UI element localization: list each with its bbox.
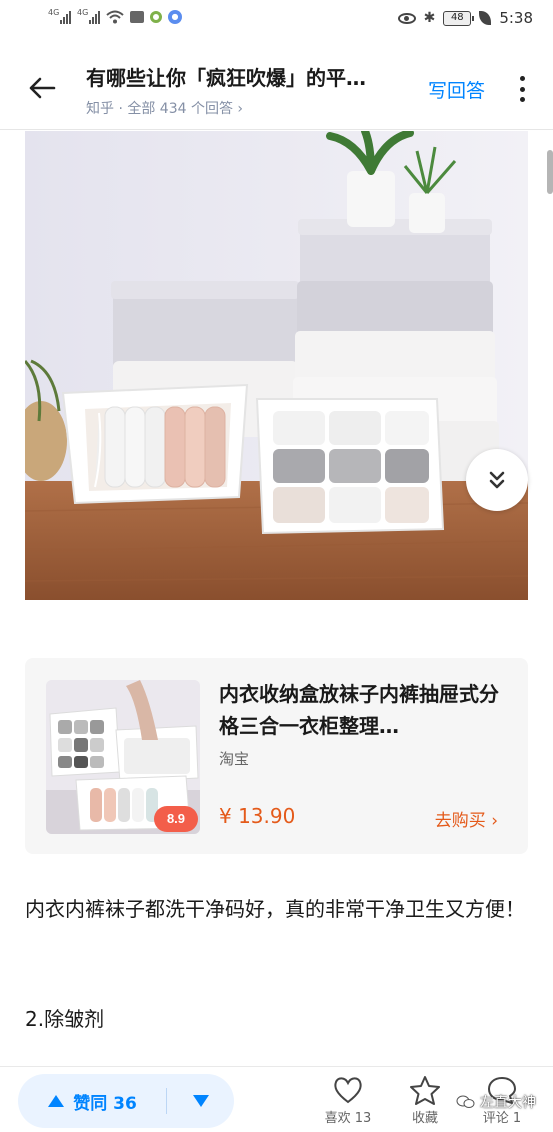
scrollbar[interactable]: [547, 150, 553, 194]
power-saving-icon: [479, 11, 492, 25]
star-icon: [410, 1076, 440, 1105]
clock: 5:38: [499, 9, 533, 27]
signal-icon-2: 4G: [77, 8, 100, 24]
wechat-icon: [456, 1095, 475, 1108]
heart-icon: [334, 1077, 362, 1104]
product-source: 淘宝: [219, 750, 250, 768]
message-notification-icon: ●: [168, 10, 182, 24]
network-type-label: 4G: [48, 8, 60, 17]
gallery-notification-icon: [130, 11, 144, 23]
dot-icon: [519, 97, 525, 102]
wechat-watermark: 左直大神: [456, 1092, 536, 1112]
downvote-button[interactable]: [167, 1074, 234, 1128]
upvote-button[interactable]: 赞同 36: [18, 1074, 166, 1128]
eye-comfort-icon: [397, 12, 416, 24]
dot-icon: [519, 76, 525, 81]
buy-button[interactable]: 去购买 ›: [435, 806, 498, 831]
signal-icon: 4G: [48, 8, 71, 24]
watermark-text: 左直大神: [480, 1095, 536, 1111]
product-thumbnail[interactable]: 8.9: [46, 680, 200, 834]
network-type-label-2: 4G: [77, 8, 89, 17]
storage-boxes-illustration: [25, 131, 528, 600]
product-photo[interactable]: [25, 131, 528, 600]
double-chevron-down-icon: [489, 471, 505, 489]
more-options-button[interactable]: [517, 76, 527, 102]
upvote-label: 赞同 36: [73, 1093, 137, 1114]
comment-label: 评论 1: [482, 1111, 522, 1126]
product-card[interactable]: 8.9 内衣收纳盒放袜子内裤抽屉式分格三合一衣柜整理… 淘宝 ¥ 13.90 去…: [25, 658, 528, 854]
triangle-up-icon: [48, 1095, 65, 1107]
question-title[interactable]: 有哪些让你「疯狂吹爆」的平…: [86, 62, 426, 91]
status-bar: 4G 4G ● ✱ 48 5:38: [0, 0, 553, 44]
app-notification-icon: [150, 11, 162, 23]
question-header: 有哪些让你「疯狂吹爆」的平… 知乎 · 全部 434 个回答 › 写回答: [0, 44, 553, 130]
dot-icon: [519, 86, 525, 92]
like-button[interactable]: 喜欢 13: [316, 1075, 380, 1131]
price-badge: 8.9: [154, 806, 198, 832]
vote-control: 赞同 36: [18, 1074, 234, 1128]
back-button[interactable]: [20, 68, 64, 108]
answer-section-heading: 2.除皱剂: [25, 1007, 105, 1031]
arrow-left-icon: [29, 77, 56, 99]
bluetooth-icon: ✱: [423, 10, 436, 26]
wifi-icon: [106, 10, 124, 24]
battery-icon: 48: [443, 10, 475, 26]
question-meta[interactable]: 知乎 · 全部 434 个回答 ›: [86, 98, 243, 118]
product-title[interactable]: 内衣收纳盒放袜子内裤抽屉式分格三合一衣柜整理…: [219, 678, 511, 742]
like-label: 喜欢 13: [324, 1111, 372, 1126]
expand-button[interactable]: [466, 449, 528, 511]
collect-button[interactable]: 收藏: [393, 1075, 457, 1131]
status-left: 4G 4G ●: [48, 8, 182, 24]
collect-label: 收藏: [411, 1111, 438, 1126]
triangle-down-icon: [192, 1095, 209, 1107]
write-answer-button[interactable]: 写回答: [428, 76, 485, 103]
product-price: ¥ 13.90: [219, 804, 296, 828]
status-right: ✱ 48 5:38: [397, 9, 533, 27]
answer-paragraph: 内衣内裤袜子都洗干净码好，真的非常干净卫生又方便！: [25, 897, 525, 921]
